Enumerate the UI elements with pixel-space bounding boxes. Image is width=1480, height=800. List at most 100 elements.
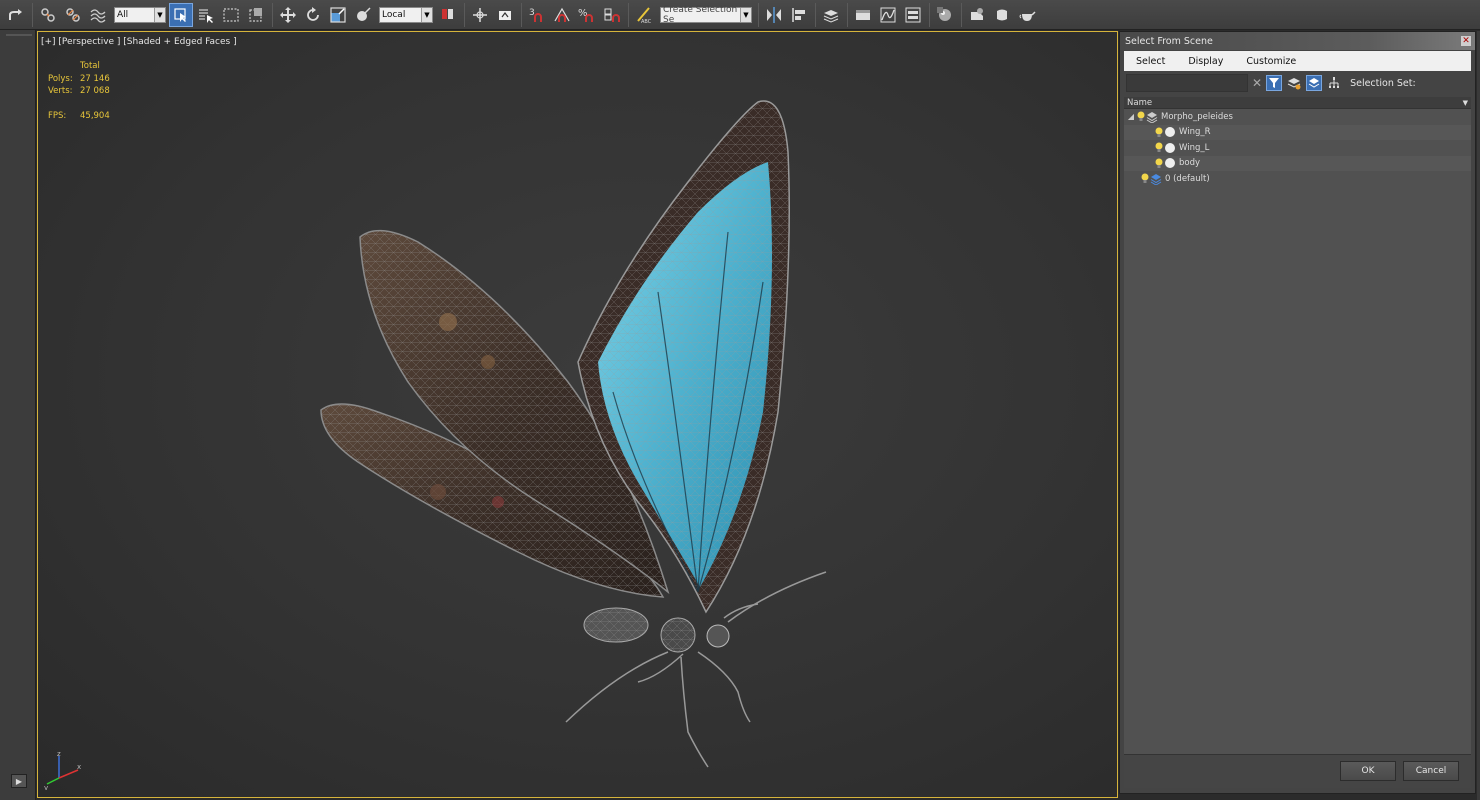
separator — [464, 2, 465, 27]
separator — [521, 2, 522, 27]
close-icon[interactable]: ✕ — [1460, 35, 1472, 47]
display-layers-icon[interactable] — [1286, 75, 1302, 91]
rect-region-icon[interactable] — [219, 3, 243, 27]
reference-coord-dropdown[interactable]: Local ▼ — [379, 6, 433, 23]
axis-z-label: z — [57, 750, 61, 758]
scale-icon[interactable] — [326, 3, 350, 27]
dialog-title-bar[interactable]: Select From Scene ✕ — [1120, 32, 1475, 50]
axis-gizmo: z x y — [44, 750, 81, 790]
dialog-toolbar: ✕ Selection Set: — [1124, 71, 1471, 95]
filter-icon[interactable] — [1266, 75, 1283, 91]
lightbulb-icon[interactable] — [1154, 126, 1164, 138]
move-icon[interactable] — [276, 3, 300, 27]
layer-icon — [1146, 111, 1158, 123]
link-icon[interactable] — [36, 3, 60, 27]
layer-explorer-icon[interactable] — [819, 3, 843, 27]
ok-button[interactable]: OK — [1340, 761, 1396, 781]
select-object-icon[interactable] — [169, 2, 193, 27]
align-icon[interactable] — [787, 3, 811, 27]
separator — [847, 2, 848, 27]
curve-editor-icon[interactable] — [876, 3, 900, 27]
separator — [628, 2, 629, 27]
pivot-icon[interactable] — [436, 3, 460, 27]
mirror-icon[interactable] — [762, 3, 786, 27]
active-layer-icon — [1150, 173, 1162, 185]
axis-y-label: y — [44, 784, 48, 790]
butterfly-model[interactable] — [38, 32, 1118, 798]
separator — [32, 2, 33, 27]
separator — [929, 2, 930, 27]
spinner-snap-icon[interactable] — [600, 3, 624, 27]
redo-icon[interactable] — [4, 3, 28, 27]
tree-label: Morpho_peleides — [1161, 111, 1233, 122]
selection-filter-value: All — [117, 9, 129, 20]
lightbulb-icon[interactable] — [1140, 173, 1150, 185]
separator — [272, 2, 273, 27]
tree-row-wing-r[interactable]: Wing_R — [1124, 124, 1471, 140]
tree-row-body[interactable]: body — [1124, 155, 1471, 171]
expand-triangle-icon[interactable]: ◢ — [1126, 112, 1136, 121]
separator — [961, 2, 962, 27]
lightbulb-icon[interactable] — [1154, 157, 1164, 169]
rotate-icon[interactable] — [301, 3, 325, 27]
scene-explorer-tree: ◢ Morpho_peleides Wing_R Wing_L body 0 (… — [1124, 109, 1471, 754]
selection-filter-dropdown[interactable]: All ▼ — [114, 6, 166, 23]
svg-text:3: 3 — [529, 8, 535, 18]
select-from-scene-dialog: Select From Scene ✕ Select Display Custo… — [1119, 31, 1476, 794]
unlink-icon[interactable] — [61, 3, 85, 27]
geometry-icon — [1164, 142, 1176, 154]
menu-customize[interactable]: Customize — [1234, 56, 1307, 67]
keyboard-shortcut-icon[interactable] — [468, 3, 492, 27]
tree-row-wing-l[interactable]: Wing_L — [1124, 140, 1471, 156]
sort-arrow-icon[interactable]: ▼ — [1463, 97, 1468, 109]
tree-row-morpho-peleides[interactable]: ◢ Morpho_peleides — [1124, 109, 1471, 125]
geometry-icon — [1164, 157, 1176, 169]
menu-select[interactable]: Select — [1124, 56, 1176, 67]
name-column-header[interactable]: Name ▼ — [1124, 97, 1471, 109]
left-panel: ▶ — [0, 30, 36, 800]
named-selection-sets-value: Create Selection Se — [663, 4, 738, 25]
edit-named-sets-icon[interactable]: ABC — [632, 3, 656, 27]
material-editor-icon[interactable] — [933, 3, 957, 27]
snap-toggle-icon[interactable] — [493, 3, 517, 27]
tree-label: Wing_L — [1179, 142, 1210, 153]
menu-display[interactable]: Display — [1176, 56, 1234, 67]
bind-spacewarp-icon[interactable] — [86, 3, 110, 27]
dialog-footer: OK Cancel — [1124, 754, 1471, 788]
lightbulb-icon[interactable] — [1154, 142, 1164, 154]
snap-3d-icon[interactable]: 3 — [525, 3, 549, 27]
named-selection-sets-dropdown[interactable]: Create Selection Se ▼ — [660, 4, 752, 25]
perspective-viewport[interactable]: [+] [Perspective ] [Shaded + Edged Faces… — [37, 31, 1118, 798]
sort-by-layers-icon[interactable] — [1306, 75, 1323, 91]
axis-x-label: x — [77, 763, 81, 771]
chevron-down-icon: ▼ — [154, 7, 165, 22]
dialog-menu-bar: Select Display Customize — [1124, 51, 1471, 71]
name-column-label: Name — [1127, 98, 1153, 108]
rendered-frame-icon[interactable] — [990, 3, 1014, 27]
lightbulb-icon[interactable] — [1136, 111, 1146, 123]
select-manipulate-icon[interactable] — [351, 3, 375, 27]
chevron-down-icon: ▼ — [421, 7, 432, 22]
geometry-icon — [1164, 126, 1176, 138]
dialog-title: Select From Scene — [1125, 35, 1213, 47]
angle-snap-icon[interactable] — [550, 3, 574, 27]
svg-text:ABC: ABC — [641, 19, 652, 24]
select-by-name-icon[interactable] — [194, 3, 218, 27]
render-teapot-icon[interactable] — [1015, 3, 1039, 27]
clear-search-icon[interactable]: ✕ — [1252, 76, 1262, 90]
percent-snap-icon[interactable]: % — [575, 3, 599, 27]
selection-set-label: Selection Set: — [1350, 77, 1416, 89]
chevron-down-icon: ▼ — [740, 7, 751, 22]
search-input[interactable] — [1126, 74, 1248, 92]
toggle-ribbon-icon[interactable] — [851, 3, 875, 27]
divider — [6, 34, 32, 36]
tree-row-default-layer[interactable]: 0 (default) — [1124, 171, 1471, 187]
render-setup-icon[interactable] — [965, 3, 989, 27]
cancel-button[interactable]: Cancel — [1403, 761, 1459, 781]
hierarchy-icon[interactable] — [1326, 75, 1342, 91]
separator — [815, 2, 816, 27]
schematic-view-icon[interactable] — [901, 3, 925, 27]
tree-label: 0 (default) — [1165, 173, 1210, 184]
window-crossing-icon[interactable] — [244, 3, 268, 27]
play-icon[interactable]: ▶ — [11, 774, 27, 788]
